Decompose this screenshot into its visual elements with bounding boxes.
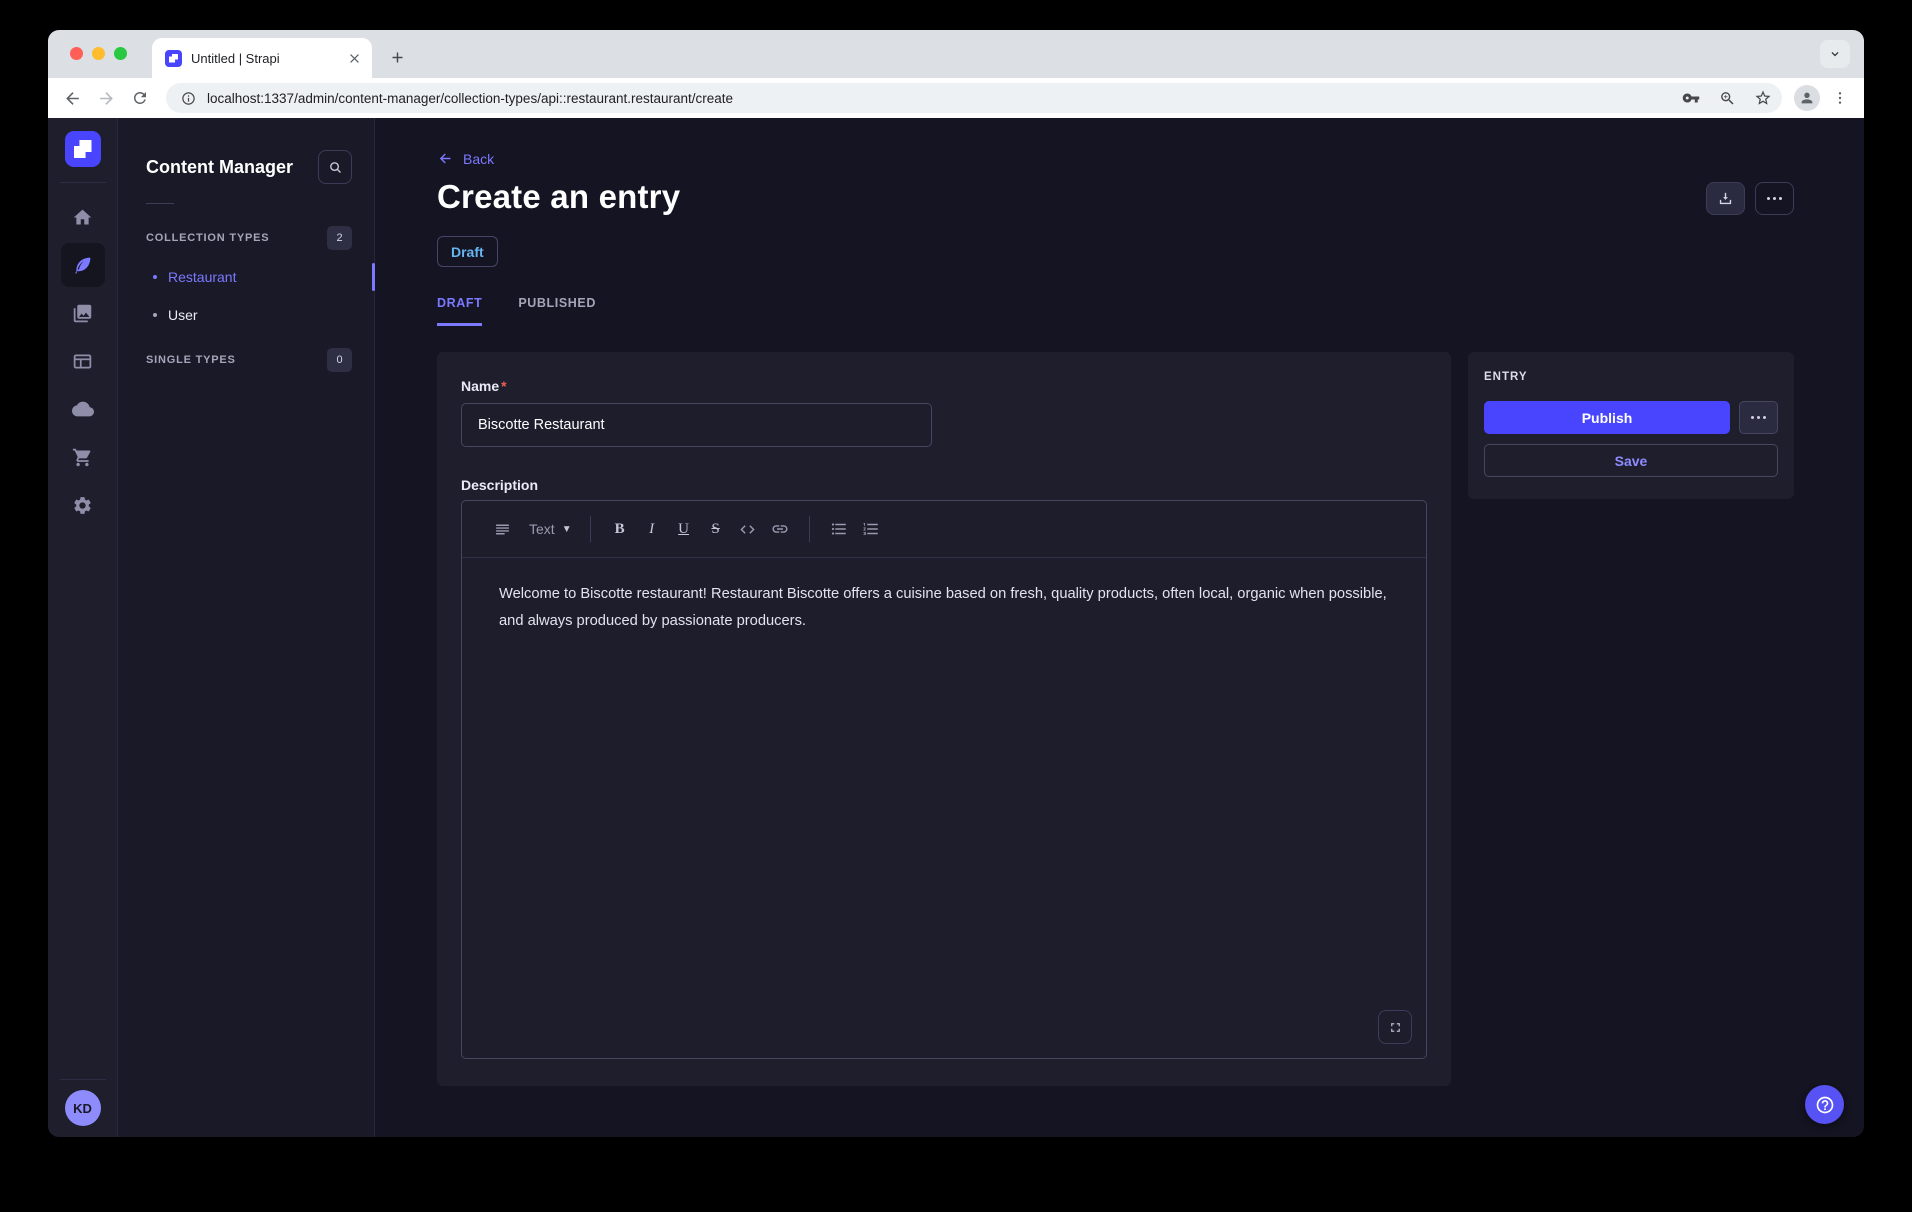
tab-search-button[interactable]: [1820, 40, 1850, 68]
url-text[interactable]: localhost:1337/admin/content-manager/col…: [207, 91, 1668, 106]
site-info-icon[interactable]: [179, 91, 197, 106]
strikethrough-button[interactable]: S: [700, 513, 732, 545]
close-tab-icon[interactable]: [347, 51, 362, 66]
numbered-list-button[interactable]: [855, 513, 887, 545]
help-button[interactable]: [1805, 1085, 1844, 1124]
block-style-value: Text: [529, 521, 555, 537]
browser-window: Untitled | Strapi localhost:1337/admin/c…: [48, 30, 1864, 1137]
editor-toolbar: Text ▼ B I U S: [462, 501, 1426, 558]
strapi-logo-icon[interactable]: [65, 131, 101, 167]
browser-tab-strip: Untitled | Strapi: [48, 30, 1864, 78]
sidebar-item-restaurant[interactable]: Restaurant: [118, 258, 374, 296]
download-icon: [1717, 190, 1734, 207]
name-field-label: Name*: [461, 378, 507, 394]
subnav-divider: [146, 203, 174, 204]
name-input[interactable]: [461, 403, 932, 447]
description-field-label: Description: [461, 477, 1427, 493]
bulleted-list-button[interactable]: [823, 513, 855, 545]
block-style-dropdown[interactable]: Text ▼: [524, 513, 577, 545]
main-nav-rail: KD: [48, 118, 118, 1137]
address-bar[interactable]: localhost:1337/admin/content-manager/col…: [166, 83, 1782, 113]
back-label: Back: [463, 151, 494, 167]
collection-types-label: COLLECTION TYPES: [146, 232, 269, 244]
entry-panel: ENTRY Publish Save: [1468, 352, 1794, 499]
toolbar-separator: [590, 516, 591, 542]
back-arrow-icon: [437, 150, 454, 167]
zoom-page-icon[interactable]: [1714, 90, 1740, 107]
strapi-favicon-icon: [165, 50, 182, 67]
browser-toolbar: localhost:1337/admin/content-manager/col…: [48, 78, 1864, 118]
nav-content-manager-icon[interactable]: [61, 243, 105, 287]
user-avatar[interactable]: KD: [65, 1090, 101, 1126]
tab-draft[interactable]: DRAFT: [437, 296, 482, 326]
nav-marketplace-cart-icon[interactable]: [61, 435, 105, 479]
sidebar-item-user[interactable]: User: [118, 296, 374, 334]
main-content: Back Create an entry Draft DRAFT PUBLISH…: [375, 118, 1864, 1137]
browser-menu-kebab-icon[interactable]: [1826, 84, 1854, 112]
window-controls: [70, 47, 127, 60]
expand-editor-button[interactable]: [1378, 1010, 1412, 1044]
nav-settings-gear-icon[interactable]: [61, 483, 105, 527]
collection-types-section: COLLECTION TYPES 2: [118, 218, 374, 258]
content-manager-subnav: Content Manager COLLECTION TYPES 2 Resta…: [118, 118, 375, 1137]
status-badge: Draft: [437, 236, 498, 267]
rich-text-editor: Text ▼ B I U S: [461, 500, 1427, 1059]
browser-profile-avatar[interactable]: [1794, 85, 1820, 111]
bold-button[interactable]: B: [604, 513, 636, 545]
nav-media-library-icon[interactable]: [61, 291, 105, 335]
nav-divider: [60, 182, 106, 183]
required-asterisk: *: [501, 378, 506, 394]
search-button[interactable]: [318, 150, 352, 184]
strapi-admin: KD Content Manager COLLECTION TYPES 2 Re…: [48, 118, 1864, 1137]
toolbar-separator: [809, 516, 810, 542]
subnav-title: Content Manager: [146, 157, 293, 178]
more-dots-icon: [1767, 197, 1782, 200]
description-editor-content[interactable]: Welcome to Biscotte restaurant! Restaura…: [462, 558, 1426, 1058]
fullscreen-icon: [1388, 1020, 1403, 1035]
version-tabs: DRAFT PUBLISHED: [437, 296, 1864, 326]
page-title: Create an entry: [437, 178, 680, 216]
reload-icon[interactable]: [126, 84, 154, 112]
new-tab-button[interactable]: [384, 44, 410, 70]
sidebar-item-label: Restaurant: [168, 269, 236, 285]
chevron-down-icon: ▼: [562, 524, 572, 535]
bookmark-star-icon[interactable]: [1750, 89, 1776, 107]
bullet-icon: [153, 313, 157, 317]
nav-bottom-divider: [60, 1079, 106, 1080]
tab-title: Untitled | Strapi: [191, 51, 338, 66]
close-window-button[interactable]: [70, 47, 83, 60]
publish-button[interactable]: Publish: [1484, 401, 1730, 434]
link-button[interactable]: [764, 513, 796, 545]
nav-deploy-cloud-icon[interactable]: [61, 387, 105, 431]
export-download-button[interactable]: [1706, 182, 1745, 215]
back-nav-icon[interactable]: [58, 84, 86, 112]
nav-content-type-builder-icon[interactable]: [61, 339, 105, 383]
back-link[interactable]: Back: [437, 150, 494, 167]
collection-types-count-badge: 2: [327, 226, 352, 250]
single-types-count-badge: 0: [327, 348, 352, 372]
single-types-section: SINGLE TYPES 0: [118, 340, 374, 380]
zoom-window-button[interactable]: [114, 47, 127, 60]
sidebar-item-label: User: [168, 307, 198, 323]
entry-form-card: Name* Description Text ▼: [437, 352, 1451, 1086]
nav-home-icon[interactable]: [61, 195, 105, 239]
tab-published[interactable]: PUBLISHED: [518, 296, 596, 326]
entry-more-actions-button[interactable]: [1739, 401, 1778, 434]
password-manager-icon[interactable]: [1678, 89, 1704, 107]
more-dots-icon: [1751, 416, 1766, 419]
italic-button[interactable]: I: [636, 513, 668, 545]
entry-panel-title: ENTRY: [1484, 371, 1778, 383]
minimize-window-button[interactable]: [92, 47, 105, 60]
code-button[interactable]: [732, 513, 764, 545]
bullet-icon: [153, 275, 157, 279]
forward-nav-icon[interactable]: [92, 84, 120, 112]
page-more-actions-button[interactable]: [1755, 182, 1794, 215]
block-format-icon[interactable]: [486, 513, 518, 545]
browser-tab[interactable]: Untitled | Strapi: [152, 38, 372, 78]
question-mark-icon: [1815, 1095, 1835, 1115]
single-types-label: SINGLE TYPES: [146, 354, 236, 366]
underline-button[interactable]: U: [668, 513, 700, 545]
save-button[interactable]: Save: [1484, 444, 1778, 477]
